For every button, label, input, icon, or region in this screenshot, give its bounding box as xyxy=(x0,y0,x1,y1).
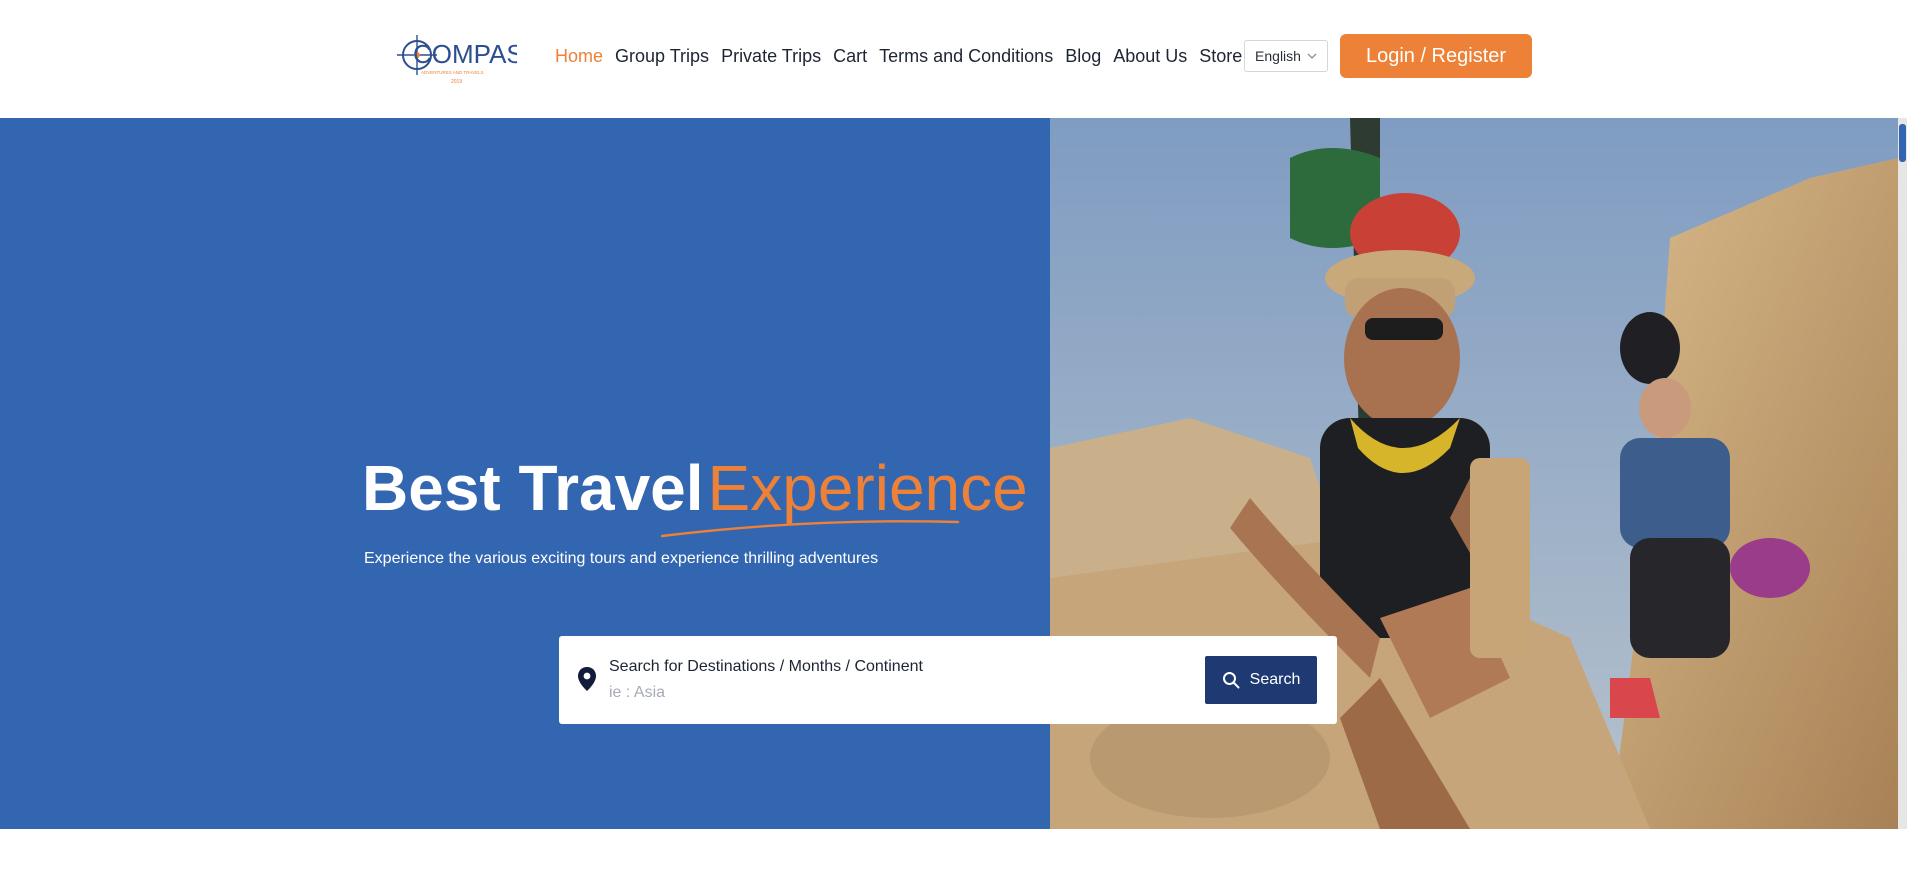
svg-text:COMPASS: COMPASS xyxy=(413,39,517,69)
login-register-button[interactable]: Login / Register xyxy=(1340,34,1532,78)
language-label: English xyxy=(1255,48,1301,64)
nav-store[interactable]: Store xyxy=(1199,46,1242,67)
nav-home[interactable]: Home xyxy=(555,46,603,67)
hero-subtitle: Experience the various exciting tours an… xyxy=(364,550,879,567)
search-box: Search for Destinations / Months / Conti… xyxy=(559,636,1337,724)
site-logo[interactable]: COMPASS ADVENTURES AND TRAVELS 2019 xyxy=(393,33,517,93)
chevron-down-icon xyxy=(1307,52,1317,60)
language-select[interactable]: English xyxy=(1244,40,1328,72)
nav-cart[interactable]: Cart xyxy=(833,46,867,67)
search-input[interactable] xyxy=(609,680,1209,706)
svg-text:ADVENTURES AND TRAVELS: ADVENTURES AND TRAVELS xyxy=(421,70,484,75)
main-nav: Home Group Trips Private Trips Cart Term… xyxy=(555,44,1254,68)
search-icon xyxy=(1222,672,1240,689)
search-label: Search for Destinations / Months / Conti… xyxy=(609,658,923,675)
title-underline-swoosh xyxy=(660,514,960,540)
site-header: COMPASS ADVENTURES AND TRAVELS 2019 Home… xyxy=(0,0,1907,118)
hero-section: Best TravelExperience Experience the var… xyxy=(0,118,1907,829)
nav-private-trips[interactable]: Private Trips xyxy=(721,46,821,67)
compass-logo-graphic: COMPASS ADVENTURES AND TRAVELS 2019 xyxy=(397,35,517,85)
nav-group-trips[interactable]: Group Trips xyxy=(615,46,709,67)
map-pin-icon xyxy=(577,666,597,692)
login-register-label: Login / Register xyxy=(1365,44,1507,67)
svg-text:2019: 2019 xyxy=(451,79,462,85)
page-scrollbar[interactable] xyxy=(1898,118,1907,829)
nav-terms-and-conditions[interactable]: Terms and Conditions xyxy=(879,46,1053,67)
hero-title-part1: Best Travel xyxy=(362,452,704,524)
nav-blog[interactable]: Blog xyxy=(1065,46,1101,67)
search-button[interactable]: Search xyxy=(1205,656,1317,704)
scrollbar-thumb[interactable] xyxy=(1899,124,1906,162)
search-button-label: Search xyxy=(1249,671,1301,688)
nav-about-us[interactable]: About Us xyxy=(1113,46,1187,67)
